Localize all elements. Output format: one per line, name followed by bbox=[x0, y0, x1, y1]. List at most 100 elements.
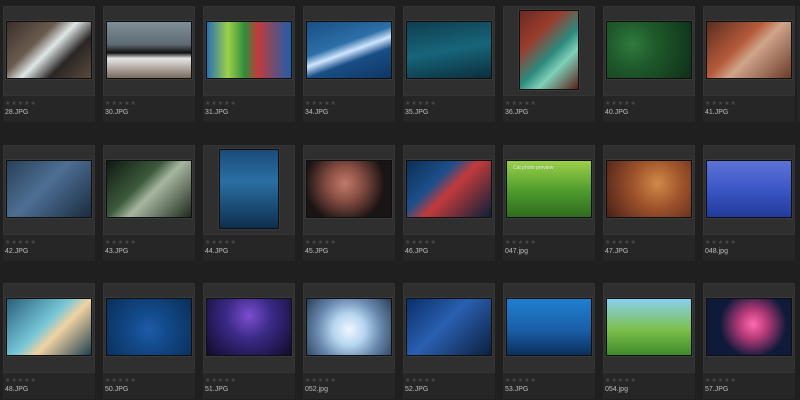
thumbnail-frame bbox=[103, 283, 195, 374]
octopus-thumbnail-icon[interactable] bbox=[306, 159, 392, 218]
rating-stars[interactable]: ★★★★★ bbox=[705, 377, 737, 384]
filename-label: 35.JPG bbox=[405, 109, 429, 116]
thumbnail-cell[interactable]: ★★★★★ 42.JPG bbox=[3, 144, 95, 261]
cat-thumbnail-icon[interactable]: Cat photo preview bbox=[506, 159, 592, 218]
rating-stars[interactable]: ★★★★★ bbox=[705, 239, 737, 246]
filename-label: 30.JPG bbox=[105, 109, 129, 116]
thumbnail-cell[interactable]: ★★★★★ 054.jpg bbox=[603, 283, 695, 400]
shark-thumbnail-icon[interactable] bbox=[106, 159, 192, 218]
thumbnail-cell[interactable]: ★★★★★ 47.JPG bbox=[603, 144, 695, 261]
fish-thumbnail-icon[interactable] bbox=[706, 298, 792, 357]
kitten-thumbnail-icon[interactable] bbox=[606, 298, 692, 357]
thumbnail-cell[interactable]: ★★★★★ 36.JPG bbox=[503, 6, 595, 122]
rating-stars[interactable]: ★★★★★ bbox=[605, 239, 637, 246]
pufferfish-thumbnail-icon[interactable] bbox=[706, 21, 792, 79]
thumbnail-cell[interactable]: ★★★★★ 052.jpg bbox=[303, 283, 395, 400]
thumbnail-cell[interactable]: ★★★★★ 52.JPG bbox=[403, 283, 495, 400]
thumbnail-frame bbox=[603, 283, 695, 374]
filename-label: 53.JPG bbox=[505, 386, 529, 394]
thumbnail-cell[interactable]: ★★★★★ 48.JPG bbox=[3, 283, 95, 400]
sharks-thumbnail-icon[interactable] bbox=[506, 298, 592, 357]
kitten-thumbnail-icon[interactable] bbox=[606, 159, 692, 218]
coral-thumbnail-icon[interactable] bbox=[606, 21, 692, 79]
rating-stars[interactable]: ★★★★★ bbox=[405, 100, 437, 107]
rating-stars[interactable]: ★★★★★ bbox=[305, 239, 337, 246]
rating-stars[interactable]: ★★★★★ bbox=[705, 100, 737, 107]
rating-stars[interactable]: ★★★★★ bbox=[205, 377, 237, 384]
thumbnail-cell[interactable]: ★★★★★ 53.JPG bbox=[503, 283, 595, 400]
fish-thumbnail-icon[interactable] bbox=[6, 21, 92, 79]
filename-label: 048.jpg bbox=[705, 247, 728, 255]
thumbnail-cell[interactable]: ★★★★★ 40.JPG bbox=[603, 6, 695, 122]
filename-label: 052.jpg bbox=[305, 386, 328, 394]
rating-stars[interactable]: ★★★★★ bbox=[5, 239, 37, 246]
thumbnail-frame bbox=[603, 144, 695, 235]
thumbnail-cell[interactable]: ★★★★★ 51.JPG bbox=[203, 283, 295, 400]
thumbnail-cell[interactable]: ★★★★★ 45.JPG bbox=[303, 144, 395, 261]
thumbnail-frame bbox=[303, 144, 395, 235]
thumbnail-frame bbox=[703, 6, 795, 96]
thumbnail-cell[interactable]: ★★★★★ 31.JPG bbox=[203, 6, 295, 122]
fish-thumbnail-icon[interactable] bbox=[519, 10, 579, 90]
thumbnail-cell[interactable]: ★★★★★ 41.JPG bbox=[703, 6, 795, 122]
jellyfish-thumbnail-icon[interactable] bbox=[206, 298, 292, 357]
filename-label: 28.JPG bbox=[5, 109, 29, 116]
rating-stars[interactable]: ★★★★★ bbox=[105, 100, 137, 107]
thumbnail-cell[interactable]: ★★★★★ 44.JPG bbox=[203, 144, 295, 261]
rating-stars[interactable]: ★★★★★ bbox=[505, 100, 537, 107]
puffin-thumbnail-icon[interactable] bbox=[106, 21, 192, 79]
thumbnail-frame bbox=[703, 144, 795, 235]
filename-label: 46.JPG bbox=[405, 247, 429, 255]
fish-school-thumbnail-icon[interactable] bbox=[106, 298, 192, 357]
thumbnail-cell[interactable]: ★★★★★ 34.JPG bbox=[303, 6, 395, 122]
thumbnail-cell[interactable]: ★★★★★ 57.JPG bbox=[703, 283, 795, 400]
rating-stars[interactable]: ★★★★★ bbox=[5, 377, 37, 384]
rating-stars[interactable]: ★★★★★ bbox=[605, 100, 637, 107]
underwater-thumbnail-icon[interactable] bbox=[406, 21, 492, 79]
rating-stars[interactable]: ★★★★★ bbox=[605, 377, 637, 384]
cat-fishbowl-thumbnail-icon[interactable] bbox=[706, 159, 792, 218]
thumbnail-frame bbox=[403, 283, 495, 374]
filename-label: 054.jpg bbox=[605, 386, 628, 394]
thumbnail-frame bbox=[3, 283, 95, 374]
rating-stars[interactable]: ★★★★★ bbox=[505, 377, 537, 384]
filename-label: 50.JPG bbox=[105, 386, 129, 394]
shark-thumbnail-icon[interactable] bbox=[306, 21, 392, 79]
thumbnail-frame bbox=[303, 283, 395, 374]
filename-label: 047.jpg bbox=[505, 247, 528, 255]
rating-stars[interactable]: ★★★★★ bbox=[205, 100, 237, 107]
rating-stars[interactable]: ★★★★★ bbox=[305, 377, 337, 384]
sea-lion-thumbnail-icon[interactable] bbox=[219, 148, 279, 229]
thumbnail-cell[interactable]: ★★★★★ 46.JPG bbox=[403, 144, 495, 261]
thumbnail-cell[interactable]: ★★★★★ 50.JPG bbox=[103, 283, 195, 400]
rating-stars[interactable]: ★★★★★ bbox=[405, 377, 437, 384]
rating-stars[interactable]: ★★★★★ bbox=[505, 239, 537, 246]
filename-label: 48.JPG bbox=[5, 386, 29, 394]
thumbnail-cell[interactable]: ★★★★★ 28.JPG bbox=[3, 6, 95, 122]
thumbnail-frame bbox=[603, 6, 695, 96]
thumbnail-cell[interactable]: Cat photo preview ★★★★★ 047.jpg bbox=[503, 144, 595, 261]
thumbnail-cell[interactable]: ★★★★★ 048.jpg bbox=[703, 144, 795, 261]
cat-bubble-thumbnail-icon[interactable] bbox=[306, 298, 392, 357]
rating-stars[interactable]: ★★★★★ bbox=[105, 239, 137, 246]
filename-label: 52.JPG bbox=[405, 386, 429, 394]
thumbnail-frame: Cat photo preview bbox=[503, 144, 595, 235]
thumbnail-frame bbox=[203, 6, 295, 96]
whale-thumbnail-icon[interactable] bbox=[406, 298, 492, 357]
thumbnail-cell[interactable]: ★★★★★ 35.JPG bbox=[403, 6, 495, 122]
rating-stars[interactable]: ★★★★★ bbox=[5, 100, 37, 107]
thumbnail-frame bbox=[3, 6, 95, 96]
parrots-thumbnail-icon[interactable] bbox=[206, 21, 292, 79]
fish-thumbnail-icon[interactable] bbox=[6, 159, 92, 218]
rating-stars[interactable]: ★★★★★ bbox=[405, 239, 437, 246]
thumbnail-cell[interactable]: ★★★★★ 43.JPG bbox=[103, 144, 195, 261]
thumbnail-frame bbox=[303, 6, 395, 96]
filename-label: 42.JPG bbox=[5, 247, 29, 255]
rating-stars[interactable]: ★★★★★ bbox=[305, 100, 337, 107]
fish-thumbnail-icon[interactable] bbox=[406, 159, 492, 218]
rating-stars[interactable]: ★★★★★ bbox=[205, 239, 237, 246]
thumbnail-cell[interactable]: ★★★★★ 30.JPG bbox=[103, 6, 195, 122]
rating-stars[interactable]: ★★★★★ bbox=[105, 377, 137, 384]
stingray-thumbnail-icon[interactable] bbox=[6, 298, 92, 357]
filename-label: 57.JPG bbox=[705, 386, 729, 394]
